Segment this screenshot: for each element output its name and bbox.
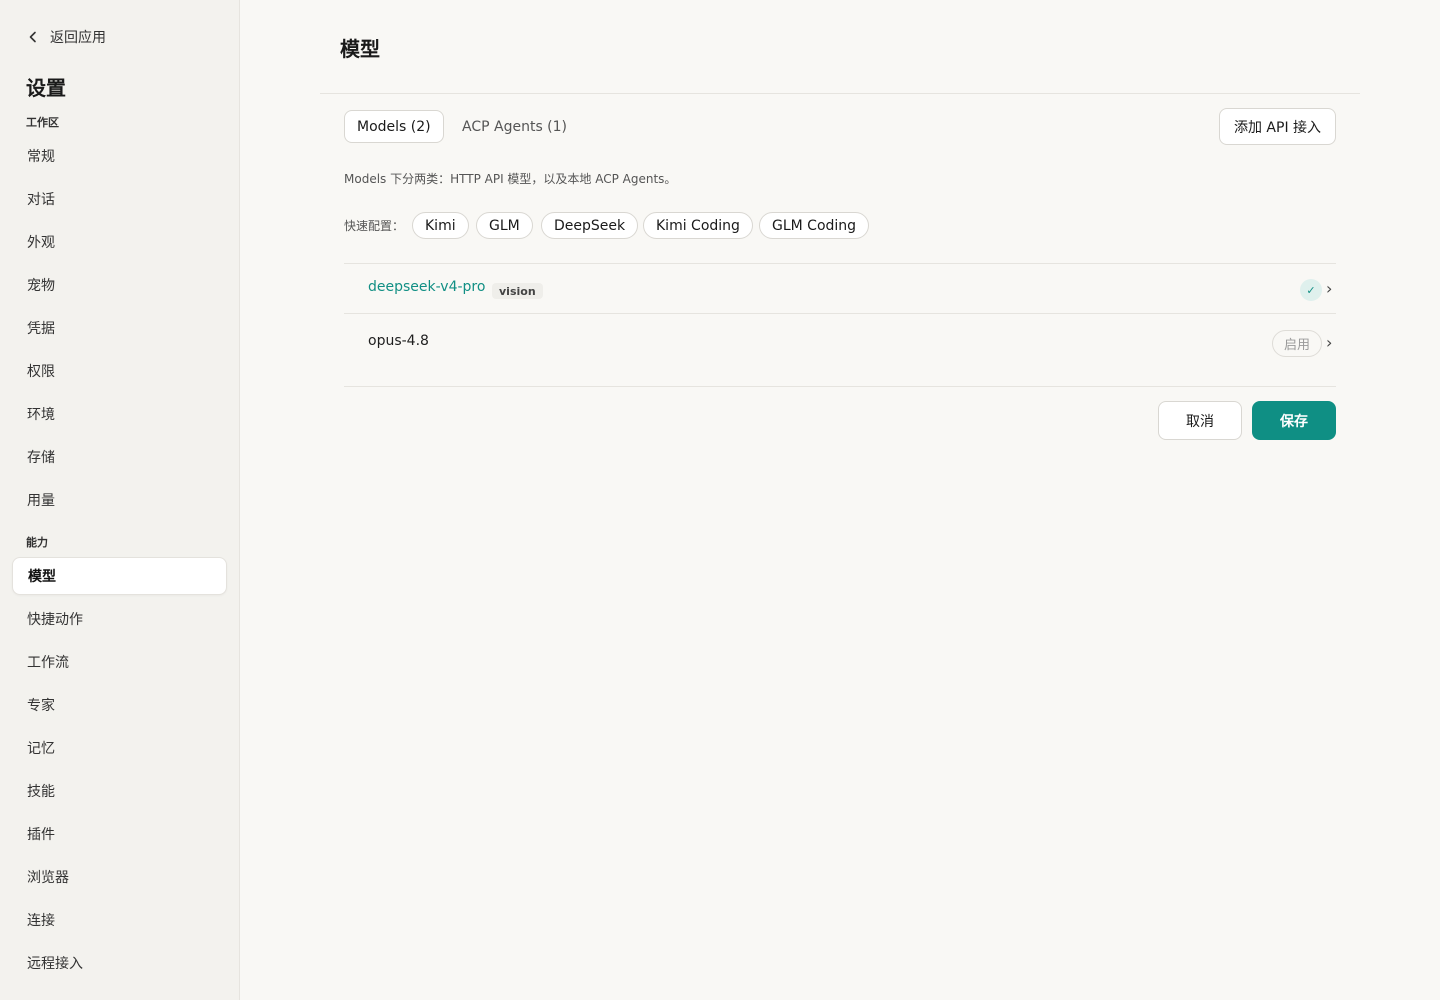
model-name: deepseek-v4-pro bbox=[368, 279, 486, 295]
sidebar-item-chat[interactable]: 对话 bbox=[12, 180, 227, 218]
sidebar-item-label: 环境 bbox=[27, 407, 55, 423]
check-icon[interactable]: ✓ bbox=[1300, 279, 1322, 301]
sidebar-item-label: 插件 bbox=[27, 827, 55, 843]
sidebar-item-browser[interactable]: 浏览器 bbox=[12, 858, 227, 896]
sidebar-item-label: 用量 bbox=[27, 493, 55, 509]
sidebar-item-quick-actions[interactable]: 快捷动作 bbox=[12, 600, 227, 638]
sidebar-item-remote-access[interactable]: 远程接入 bbox=[12, 944, 227, 982]
quick-chip-kimi-coding[interactable]: Kimi Coding bbox=[643, 212, 753, 239]
sidebar-item-usage[interactable]: 用量 bbox=[12, 481, 227, 519]
sidebar-item-label: 外观 bbox=[27, 235, 55, 251]
tab-models[interactable]: Models (2) bbox=[344, 110, 444, 143]
sidebar-item-label: 宠物 bbox=[27, 278, 55, 294]
sidebar-item-label: 模型 bbox=[28, 569, 56, 585]
sidebar-item-memory[interactable]: 记忆 bbox=[12, 729, 227, 767]
enable-button[interactable]: 启用 bbox=[1272, 330, 1322, 357]
sidebar: 返回应用 设置 工作区 常规 对话 外观 宠物 凭据 权限 环境 存储 用量 能… bbox=[0, 0, 240, 1000]
group-label-workspace: 工作区 bbox=[26, 116, 59, 129]
main-panel: 模型 Models (2) ACP Agents (1) 添加 API 接入 M… bbox=[240, 0, 1440, 1000]
sidebar-item-label: 远程接入 bbox=[27, 956, 83, 972]
back-to-app-link[interactable]: 返回应用 bbox=[26, 27, 106, 47]
sidebar-item-skills[interactable]: 技能 bbox=[12, 772, 227, 810]
sidebar-item-label: 权限 bbox=[27, 364, 55, 380]
sidebar-item-environment[interactable]: 环境 bbox=[12, 395, 227, 433]
back-label: 返回应用 bbox=[50, 30, 106, 46]
sidebar-item-pet[interactable]: 宠物 bbox=[12, 266, 227, 304]
sidebar-item-label: 专家 bbox=[27, 698, 55, 714]
quick-chip-deepseek[interactable]: DeepSeek bbox=[541, 212, 639, 239]
sidebar-item-permissions[interactable]: 权限 bbox=[12, 352, 227, 390]
sidebar-item-general[interactable]: 常规 bbox=[12, 137, 227, 175]
sidebar-item-appearance[interactable]: 外观 bbox=[12, 223, 227, 261]
quick-chip-kimi[interactable]: Kimi bbox=[412, 212, 469, 239]
sidebar-item-label: 快捷动作 bbox=[27, 612, 83, 628]
sidebar-item-storage[interactable]: 存储 bbox=[12, 438, 227, 476]
chevron-left-icon bbox=[29, 31, 36, 43]
quick-chip-glm-coding[interactable]: GLM Coding bbox=[759, 212, 870, 239]
sidebar-item-label: 浏览器 bbox=[27, 870, 69, 886]
model-row-opus[interactable]: opus-4.8 启用 › bbox=[344, 314, 1336, 364]
chevron-right-icon: › bbox=[1326, 279, 1333, 298]
tab-acp-agents[interactable]: ACP Agents (1) bbox=[450, 110, 579, 143]
add-api-button[interactable]: 添加 API 接入 bbox=[1219, 108, 1336, 145]
sidebar-item-label: 存储 bbox=[27, 450, 55, 466]
sidebar-item-label: 凭据 bbox=[27, 321, 55, 337]
models-description: Models 下分两类：HTTP API 模型，以及本地 ACP Agents。 bbox=[344, 172, 677, 186]
sidebar-item-connections[interactable]: 连接 bbox=[12, 901, 227, 939]
sidebar-item-credentials[interactable]: 凭据 bbox=[12, 309, 227, 347]
cancel-button[interactable]: 取消 bbox=[1158, 401, 1242, 440]
chevron-right-icon: › bbox=[1326, 333, 1333, 352]
quick-config-label: 快速配置： bbox=[344, 219, 405, 233]
sidebar-item-label: 常规 bbox=[27, 149, 55, 165]
sidebar-item-label: 工作流 bbox=[27, 655, 69, 671]
divider bbox=[344, 386, 1336, 387]
group-label-capabilities: 能力 bbox=[26, 536, 48, 549]
model-name: opus-4.8 bbox=[368, 333, 429, 349]
sidebar-item-plugins[interactable]: 插件 bbox=[12, 815, 227, 853]
settings-title: 设置 bbox=[26, 76, 66, 100]
model-row-deepseek[interactable]: deepseek-v4-pro vision ✓ › bbox=[344, 264, 1336, 314]
sidebar-item-label: 连接 bbox=[27, 913, 55, 929]
save-button[interactable]: 保存 bbox=[1252, 401, 1336, 440]
sidebar-item-models[interactable]: 模型 bbox=[12, 557, 227, 595]
page-title: 模型 bbox=[340, 37, 380, 61]
sidebar-item-label: 对话 bbox=[27, 192, 55, 208]
sidebar-item-experts[interactable]: 专家 bbox=[12, 686, 227, 724]
vision-badge: vision bbox=[492, 283, 543, 299]
sidebar-item-label: 技能 bbox=[27, 784, 55, 800]
sidebar-item-label: 记忆 bbox=[27, 741, 55, 757]
header-divider bbox=[320, 93, 1360, 94]
quick-chip-glm[interactable]: GLM bbox=[476, 212, 533, 239]
sidebar-item-workflows[interactable]: 工作流 bbox=[12, 643, 227, 681]
